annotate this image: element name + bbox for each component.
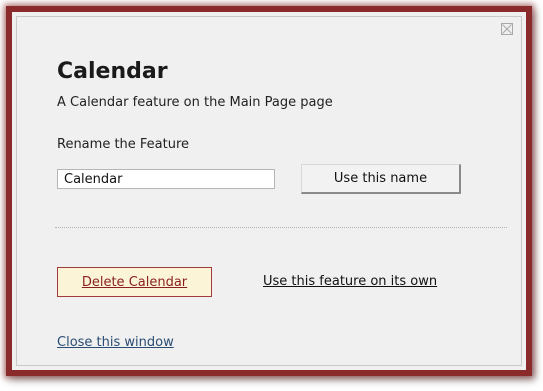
use-this-name-button[interactable]: Use this name [301, 164, 461, 194]
delete-calendar-button[interactable]: Delete Calendar [57, 267, 212, 297]
dialog-frame: Calendar A Calendar feature on the Main … [6, 6, 532, 376]
dialog-panel: Calendar A Calendar feature on the Main … [16, 16, 522, 366]
rename-label: Rename the Feature [57, 137, 190, 152]
dialog-title: Calendar [57, 59, 168, 84]
close-x-icon[interactable] [501, 23, 513, 35]
use-feature-on-own-link[interactable]: Use this feature on its own [263, 274, 437, 289]
feature-name-input[interactable] [57, 169, 275, 189]
close-window-link[interactable]: Close this window [57, 335, 174, 350]
dialog-subtitle: A Calendar feature on the Main Page page [57, 95, 333, 110]
divider [55, 227, 507, 228]
